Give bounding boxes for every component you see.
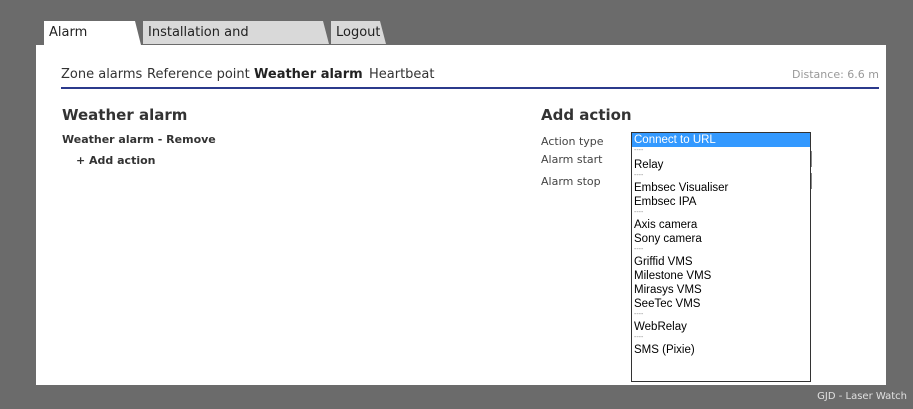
weather-alarm-name: Weather alarm — [62, 133, 154, 146]
weather-alarm-row: Weather alarm - Remove — [62, 133, 216, 146]
option-relay[interactable]: Relay — [632, 158, 810, 172]
subnav-weather-alarm[interactable]: Weather alarm — [254, 67, 363, 82]
weather-alarm-heading: Weather alarm — [62, 106, 188, 124]
option-separator: ---- — [634, 246, 644, 253]
option-embsec-ipa[interactable]: Embsec IPA — [632, 195, 810, 209]
alarm-start-label: Alarm start — [541, 153, 603, 166]
option-seetec-vms[interactable]: SeeTec VMS — [632, 297, 810, 311]
add-action-link[interactable]: + Add action — [76, 154, 156, 167]
alarm-stop-label: Alarm stop — [541, 175, 601, 188]
add-action-heading: Add action — [541, 106, 632, 124]
subnav-heartbeat[interactable]: Heartbeat — [369, 67, 435, 82]
tab-installation-configuration[interactable]: Installation and configuration — [143, 21, 329, 63]
option-connect-to-url[interactable]: Connect to URL — [632, 133, 810, 147]
option-embsec-visualiser[interactable]: Embsec Visualiser — [632, 181, 810, 195]
content-panel: Zone alarms Reference point Weather alar… — [36, 45, 886, 385]
tab-alarm-settings[interactable]: Alarm settings — [44, 21, 141, 63]
option-griffid-vms[interactable]: Griffid VMS — [632, 255, 810, 269]
remove-link[interactable]: Remove — [166, 133, 216, 146]
option-separator: ---- — [634, 209, 644, 216]
option-separator: ---- — [634, 334, 644, 341]
option-mirasys-vms[interactable]: Mirasys VMS — [632, 283, 810, 297]
option-sms-pixie[interactable]: SMS (Pixie) — [632, 343, 810, 357]
option-webrelay[interactable]: WebRelay — [632, 320, 810, 334]
option-milestone-vms[interactable]: Milestone VMS — [632, 269, 810, 283]
distance-readout: Distance: 6.6 m — [791, 68, 879, 81]
row-separator: - — [153, 133, 167, 146]
action-type-label: Action type — [541, 135, 604, 148]
option-separator: ---- — [634, 311, 644, 318]
subnav-zone-alarms[interactable]: Zone alarms — [61, 67, 142, 82]
option-separator: ---- — [634, 172, 644, 179]
option-separator: ---- — [634, 147, 644, 154]
tab-logout[interactable]: Logout — [331, 21, 386, 44]
option-sony-camera[interactable]: Sony camera — [632, 232, 810, 246]
sub-navigation: Zone alarms Reference point Weather alar… — [61, 65, 879, 89]
option-axis-camera[interactable]: Axis camera — [632, 218, 810, 232]
subnav-reference-point[interactable]: Reference point — [147, 67, 250, 82]
action-type-dropdown[interactable]: Connect to URL ---- Relay ---- Embsec Vi… — [631, 132, 811, 382]
footer-brand: GJD - Laser Watch — [817, 391, 907, 402]
